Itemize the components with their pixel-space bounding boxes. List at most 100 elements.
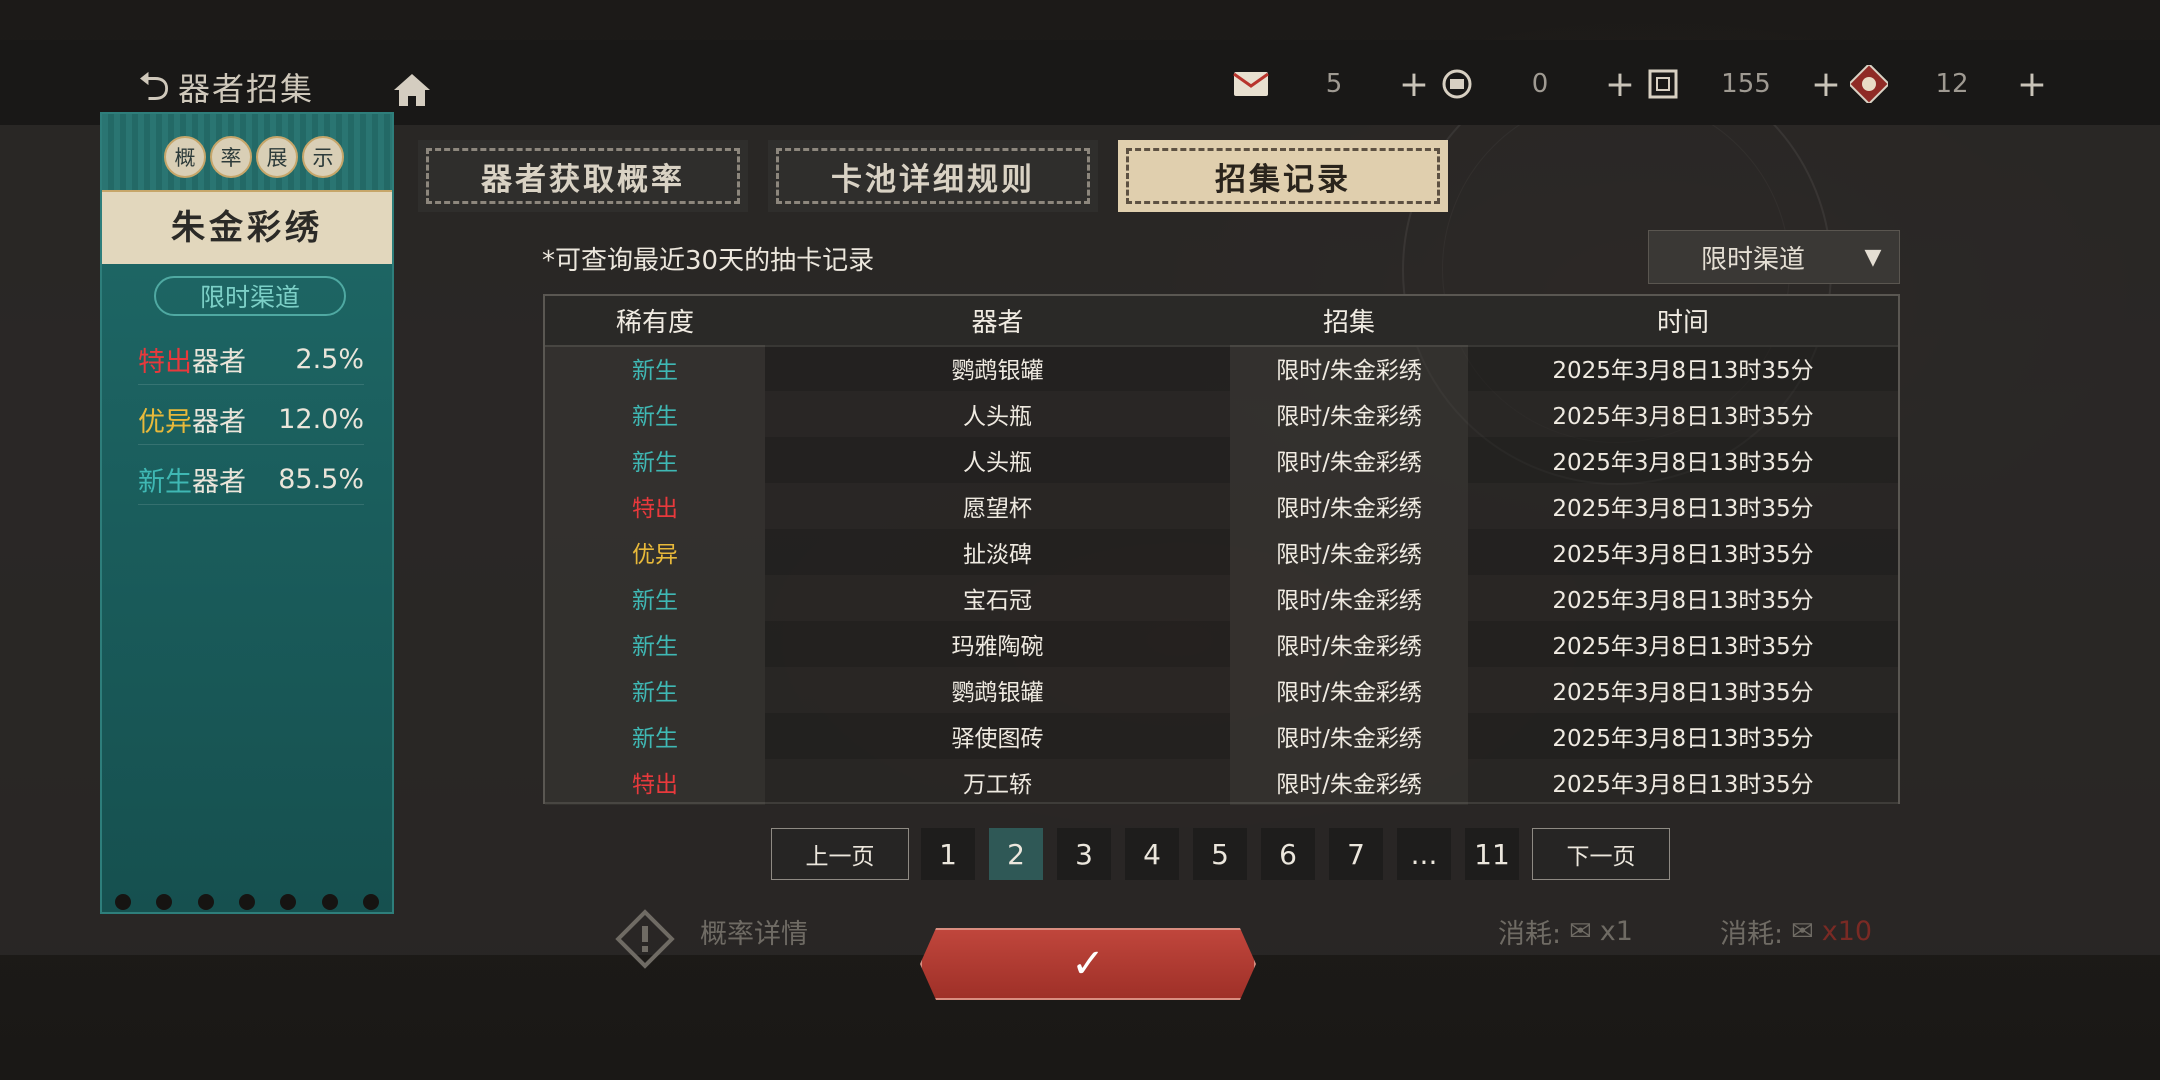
page-ellipsis: ...	[1397, 828, 1451, 880]
time-cell: 2025年3月8日13时35分	[1468, 437, 1898, 483]
table-row: 优异 扯淡碑 限时/朱金彩绣 2025年3月8日13时35分	[545, 529, 1898, 575]
title-char: 展	[256, 136, 298, 178]
warning-diamond-icon	[615, 909, 675, 969]
back-button[interactable]: ⮌ 器者招集	[138, 65, 318, 109]
rarity-cell: 新生	[545, 391, 765, 437]
channel-cell: 限时/朱金彩绣	[1230, 667, 1468, 713]
channel-cell: 限时/朱金彩绣	[1230, 529, 1468, 575]
rarity-cell: 特出	[545, 483, 765, 529]
cost-multi-count: x10	[1821, 916, 1873, 947]
channel-cell: 限时/朱金彩绣	[1230, 483, 1468, 529]
page-number-button[interactable]: 5	[1193, 828, 1247, 880]
rate-detail-link[interactable]: 概率详情	[700, 912, 808, 951]
channel-cell: 限时/朱金彩绣	[1230, 759, 1468, 805]
history-table: 稀有度 器者 招集 时间 新生 鹦鹉银罐 限时/朱金彩绣 2025年3月8日13时35…	[543, 294, 1900, 805]
ticket-icon	[1640, 64, 1686, 104]
table-header: 稀有度 器者 招集 时间	[545, 296, 1898, 347]
kind-label: 器者	[192, 466, 246, 498]
page-number-button[interactable]: 2	[989, 828, 1043, 880]
name-cell: 鹦鹉银罐	[765, 667, 1230, 713]
envelope-icon: ✉	[1569, 916, 1592, 947]
rarity-cell: 新生	[545, 713, 765, 759]
name-cell: 人头瓶	[765, 391, 1230, 437]
rate-value: 85.5%	[278, 463, 364, 495]
pool-name: 朱金彩绣	[102, 192, 392, 264]
page-number-button[interactable]: 6	[1261, 828, 1315, 880]
resource-value: 0	[1531, 69, 1549, 99]
kind-label: 器者	[192, 346, 246, 378]
title-char: 率	[210, 136, 252, 178]
page-number-button[interactable]: 7	[1329, 828, 1383, 880]
cost-multi-label: 消耗:	[1720, 919, 1784, 950]
name-cell: 扯淡碑	[765, 529, 1230, 575]
triangle-down-icon: ▼	[1864, 244, 1882, 270]
cost-single-count: x1	[1599, 916, 1633, 947]
rarity-cell: 新生	[545, 437, 765, 483]
add-envelope-button[interactable]: +	[1394, 64, 1434, 105]
next-page-button[interactable]: 下一页	[1532, 828, 1670, 880]
header-rarity: 稀有度	[615, 308, 694, 338]
rarity-cell: 优异	[545, 529, 765, 575]
channel-badge: 限时渠道	[154, 276, 346, 316]
channel-cell: 限时/朱金彩绣	[1230, 345, 1468, 391]
rarity-cell: 新生	[545, 621, 765, 667]
prev-page-button[interactable]: 上一页	[771, 828, 909, 880]
header-time: 时间	[1656, 308, 1709, 338]
resource-value: 5	[1325, 69, 1343, 99]
name-cell: 人头瓶	[765, 437, 1230, 483]
cost-single: 消耗: ✉ x1	[1498, 912, 1633, 951]
table-row: 新生 人头瓶 限时/朱金彩绣 2025年3月8日13时35分	[545, 391, 1898, 437]
envelope-icon: ✉	[1791, 916, 1814, 947]
name-cell: 宝石冠	[765, 575, 1230, 621]
cost-multi: 消耗: ✉ x10	[1720, 912, 1872, 951]
time-cell: 2025年3月8日13时35分	[1468, 345, 1898, 391]
header-channel: 招集	[1322, 308, 1375, 338]
table-row: 新生 玛雅陶碗 限时/朱金彩绣 2025年3月8日13时35分	[545, 621, 1898, 667]
channel-cell: 限时/朱金彩绣	[1230, 621, 1468, 667]
cost-single-label: 消耗:	[1498, 919, 1562, 950]
tab-label: 卡池详细规则	[831, 161, 1035, 198]
back-arrow-icon: ⮌	[138, 64, 171, 110]
rate-value: 12.0%	[278, 403, 364, 435]
page-number-button[interactable]: 3	[1057, 828, 1111, 880]
table-row: 新生 鹦鹉银罐 限时/朱金彩绣 2025年3月8日13时35分	[545, 345, 1898, 391]
scroll-icon	[1434, 64, 1480, 104]
tab-acquire-rate[interactable]: 器者获取概率	[418, 140, 748, 212]
history-note: *可查询最近30天的抽卡记录	[542, 246, 875, 276]
tier-label: 优异	[138, 406, 192, 438]
badge-icon	[1846, 64, 1892, 104]
rarity-cell: 新生	[545, 345, 765, 391]
tab-label: 器者获取概率	[481, 161, 685, 198]
time-cell: 2025年3月8日13时35分	[1468, 713, 1898, 759]
back-label: 器者招集	[178, 70, 315, 108]
tier-label: 特出	[138, 346, 192, 378]
channel-cell: 限时/朱金彩绣	[1230, 575, 1468, 621]
check-icon: ✓	[1071, 941, 1105, 987]
time-cell: 2025年3月8日13时35分	[1468, 529, 1898, 575]
time-cell: 2025年3月8日13时35分	[1468, 621, 1898, 667]
rate-detail-label: 概率详情	[700, 919, 808, 950]
channel-cell: 限时/朱金彩绣	[1230, 437, 1468, 483]
page-number-button[interactable]: 1	[921, 828, 975, 880]
tab-recruit-history[interactable]: 招集记录	[1118, 140, 1448, 212]
add-ticket-button[interactable]: +	[1806, 64, 1846, 105]
page-number-button[interactable]: 11	[1465, 828, 1519, 880]
home-icon[interactable]	[390, 68, 434, 112]
resource-value: 12	[1935, 69, 1969, 99]
channel-cell: 限时/朱金彩绣	[1230, 713, 1468, 759]
add-scroll-button[interactable]: +	[1600, 64, 1640, 105]
resource-value: 155	[1721, 69, 1771, 99]
name-cell: 鹦鹉银罐	[765, 345, 1230, 391]
sidebar-header: 概 率 展 示	[102, 114, 392, 192]
page-number-button[interactable]: 4	[1125, 828, 1179, 880]
table-row: 特出 万工轿 限时/朱金彩绣 2025年3月8日13时35分	[545, 759, 1898, 805]
resource-badge: 12 +	[1846, 62, 2052, 106]
rarity-cell: 新生	[545, 575, 765, 621]
tab-pool-rules[interactable]: 卡池详细规则	[768, 140, 1098, 212]
table-row: 新生 宝石冠 限时/朱金彩绣 2025年3月8日13时35分	[545, 575, 1898, 621]
table-row: 新生 人头瓶 限时/朱金彩绣 2025年3月8日13时35分	[545, 437, 1898, 483]
channel-dropdown[interactable]: 限时渠道 ▼	[1648, 230, 1900, 284]
name-cell: 愿望杯	[765, 483, 1230, 529]
confirm-button[interactable]: ✓	[920, 928, 1256, 1000]
add-badge-button[interactable]: +	[2012, 64, 2052, 105]
